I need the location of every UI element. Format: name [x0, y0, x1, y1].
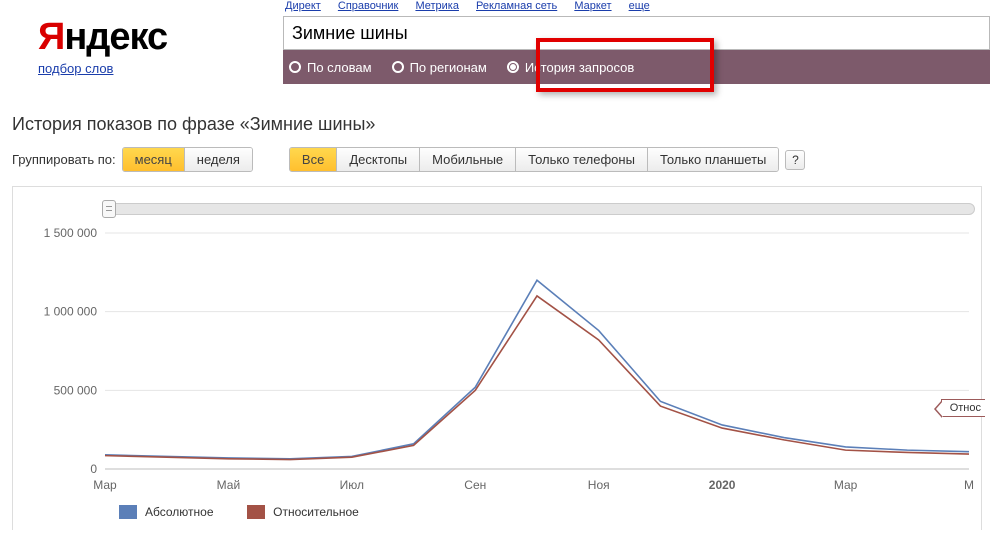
title-phrase: Зимние шины: [250, 114, 366, 134]
radio-label: По словам: [307, 60, 372, 75]
svg-text:0: 0: [90, 462, 97, 476]
legend-swatch-icon: [247, 505, 265, 519]
nav-link-more[interactable]: еще: [629, 0, 650, 12]
scrollbar-handle-icon[interactable]: [102, 200, 116, 218]
radio-by-regions[interactable]: По регионам: [392, 60, 487, 75]
search-input[interactable]: [283, 16, 990, 50]
svg-text:Сен: Сен: [464, 478, 486, 492]
svg-text:1 000 000: 1 000 000: [44, 305, 98, 319]
svg-text:500 000: 500 000: [54, 383, 98, 397]
chart-legend: Абсолютное Относительное: [19, 497, 975, 522]
group-by-buttons: месяц неделя: [122, 147, 253, 172]
svg-text:Май: Май: [217, 478, 241, 492]
svg-text:Мар: Мар: [93, 478, 117, 492]
radio-label: История запросов: [525, 60, 635, 75]
logo-rest: ндекс: [64, 16, 167, 58]
radio-label: По регионам: [410, 60, 487, 75]
mode-radio-bar: По словам По регионам История запросов: [283, 50, 990, 84]
title-suffix: »: [365, 114, 375, 134]
group-by-label: Группировать по:: [12, 152, 116, 167]
nav-link-direct[interactable]: Директ: [285, 0, 321, 12]
help-button[interactable]: ?: [785, 150, 805, 170]
legend-label: Относительное: [273, 505, 359, 519]
svg-text:Июл: Июл: [340, 478, 364, 492]
group-week-button[interactable]: неделя: [184, 148, 252, 171]
logo-letter-ya: Я: [38, 16, 64, 58]
device-phones-button[interactable]: Только телефоны: [515, 148, 647, 171]
legend-item-relative[interactable]: Относительное: [247, 505, 359, 519]
nav-link-spravochnik[interactable]: Справочник: [338, 0, 399, 12]
nav-link-market[interactable]: Маркет: [574, 0, 611, 12]
wordstat-subtitle-link[interactable]: подбор слов: [38, 61, 183, 76]
title-prefix: История показов по фразе «: [12, 114, 250, 134]
yandex-logo[interactable]: Яндекс: [38, 16, 183, 59]
legend-item-absolute[interactable]: Абсолютное: [119, 505, 214, 519]
tooltip-badge: Относ: [941, 399, 985, 417]
device-tablets-button[interactable]: Только планшеты: [647, 148, 778, 171]
device-buttons: Все Десктопы Мобильные Только телефоны Т…: [289, 147, 779, 172]
logo-block: Яндекс подбор слов: [38, 16, 183, 76]
svg-text:М: М: [964, 478, 974, 492]
nav-link-metrika[interactable]: Метрика: [415, 0, 459, 12]
device-mobile-button[interactable]: Мобильные: [419, 148, 515, 171]
nav-link-adnetwork[interactable]: Рекламная сеть: [476, 0, 557, 12]
svg-text:2020: 2020: [709, 478, 736, 492]
radio-dot-icon: [392, 61, 404, 73]
history-line-chart: 0 500 000 1 000 000 1 500 000 Мар Май Июл Сен Но…: [19, 227, 975, 497]
chart-time-scrollbar[interactable]: [105, 203, 975, 215]
page-title: История показов по фразе «Зимние шины»: [0, 84, 994, 147]
svg-text:Ноя: Ноя: [588, 478, 610, 492]
radio-dot-icon: [289, 61, 301, 73]
device-all-button[interactable]: Все: [290, 148, 336, 171]
top-nav-links: Директ Справочник Метрика Рекламная сеть…: [0, 0, 994, 16]
device-desktops-button[interactable]: Десктопы: [336, 148, 419, 171]
legend-label: Абсолютное: [145, 505, 214, 519]
svg-text:Мар: Мар: [834, 478, 858, 492]
radio-dot-icon: [507, 61, 519, 73]
group-month-button[interactable]: месяц: [123, 148, 184, 171]
chart-container: 0 500 000 1 000 000 1 500 000 Мар Май Июл Сен Но…: [12, 186, 982, 530]
radio-by-words[interactable]: По словам: [289, 60, 372, 75]
svg-text:1 500 000: 1 500 000: [44, 227, 98, 240]
legend-swatch-icon: [119, 505, 137, 519]
radio-history[interactable]: История запросов: [507, 60, 635, 75]
controls-row: Группировать по: месяц неделя Все Дескто…: [0, 147, 994, 172]
